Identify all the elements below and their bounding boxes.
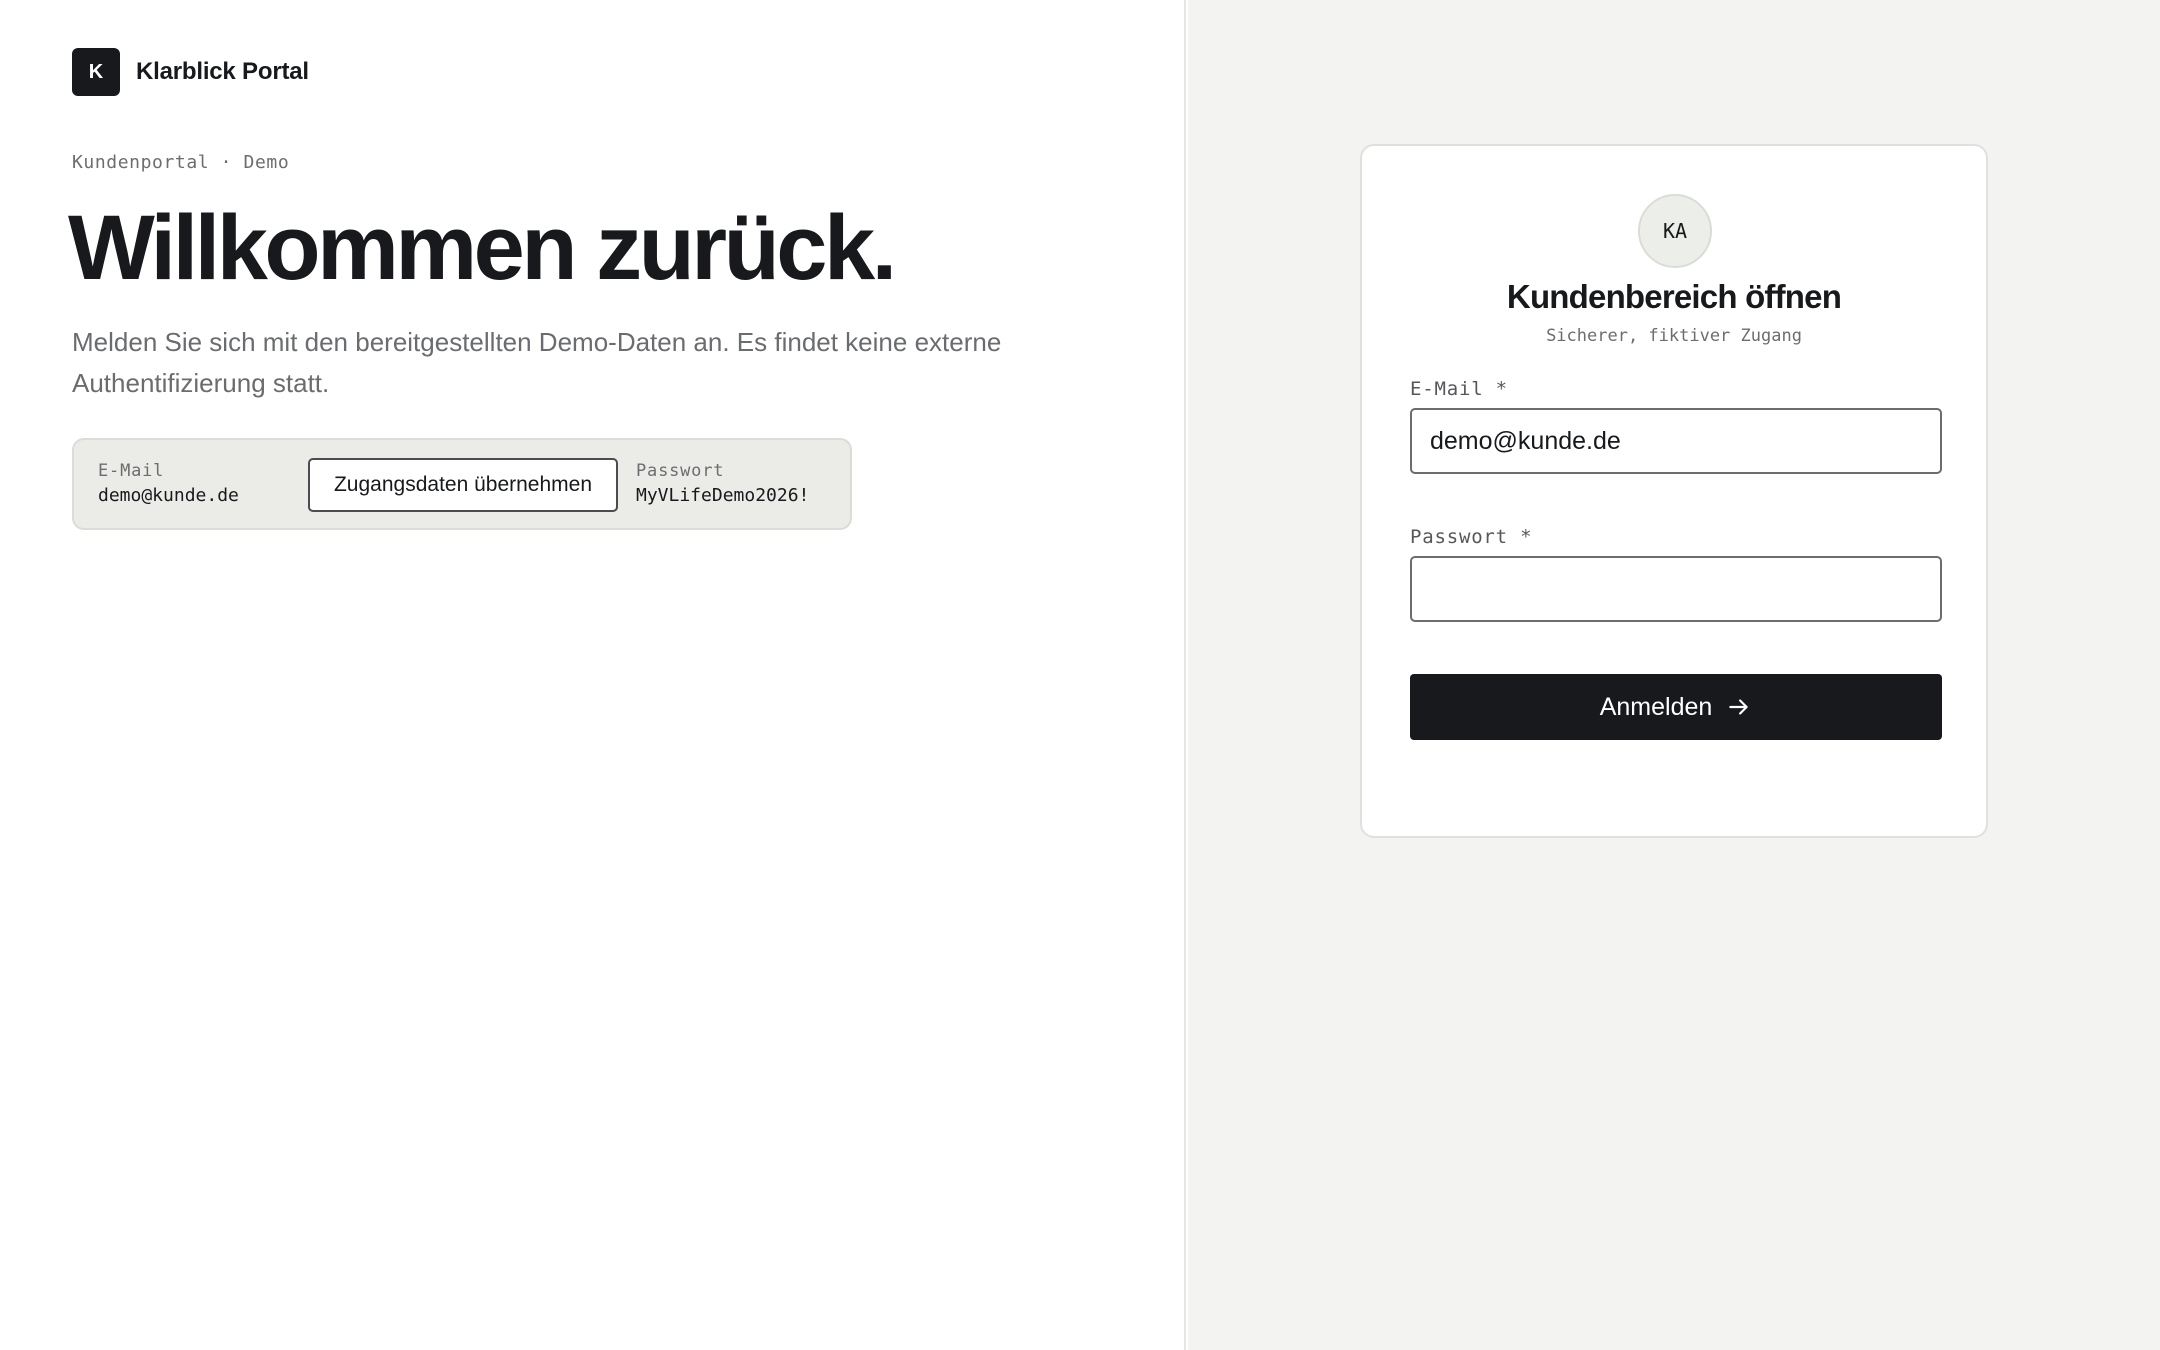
demo-email-value: demo@kunde.de: [98, 485, 239, 506]
email-label: E-Mail *: [1410, 378, 1508, 400]
apply-credentials-button[interactable]: Zugangsdaten übernehmen: [308, 458, 618, 512]
email-field[interactable]: [1410, 408, 1942, 474]
avatar: KA: [1638, 194, 1712, 268]
left-pane: K Klarblick Portal Kundenportal · Demo W…: [0, 0, 1186, 1350]
brand: K Klarblick Portal: [72, 48, 309, 96]
demo-credentials-box: E-Mail demo@kunde.de Zugangsdaten überne…: [72, 438, 852, 530]
password-label: Passwort *: [1410, 526, 1533, 548]
login-card: KA Kundenbereich öffnen Sicherer, fiktiv…: [1360, 144, 1988, 838]
brand-name: Klarblick Portal: [136, 58, 309, 85]
login-title: Kundenbereich öffnen: [1506, 278, 1842, 315]
demo-email: E-Mail demo@kunde.de: [98, 460, 239, 510]
demo-password-label: Passwort: [636, 461, 725, 481]
lead-text: Melden Sie sich mit den bereitgestellten…: [72, 327, 1002, 398]
brand-logo: K: [72, 48, 120, 96]
password-field[interactable]: [1410, 556, 1942, 622]
login-button[interactable]: Anmelden: [1410, 674, 1942, 740]
login-button-label: Anmelden: [1599, 692, 1713, 721]
page-title: Willkommen zurück.: [68, 197, 897, 299]
login-subtitle: Sicherer, fiktiver Zugang: [1546, 326, 1802, 346]
arrow-right-icon: [1726, 694, 1752, 720]
demo-password: Passwort MyVLifeDemo2026!: [636, 460, 809, 510]
demo-password-value: MyVLifeDemo2026!: [636, 485, 810, 506]
eyebrow: Kundenportal · Demo: [72, 152, 290, 173]
demo-email-label: E-Mail: [98, 461, 165, 481]
